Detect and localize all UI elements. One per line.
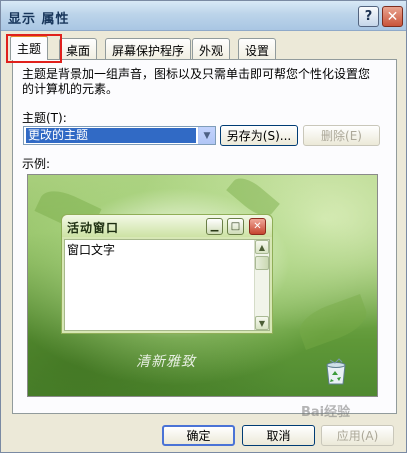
display-properties-dialog: 显示 属性 ? ✕ 主题 桌面 屏幕保护程序 外观 设置 主题是背景加一组声音，… [0, 0, 407, 453]
example-label: 示例: [22, 157, 51, 171]
save-as-button[interactable]: 另存为(S)... [220, 125, 298, 146]
theme-description: 主题是背景加一组声音，图标以及只需单击即可帮您个性化设置您的计算机的元素。 [22, 67, 371, 96]
scroll-down-icon: ▼ [255, 316, 269, 330]
scroll-up-icon: ▲ [255, 240, 269, 254]
preview-window-body: 窗口文字 ▲ ▼ [64, 239, 270, 331]
tab-desktop[interactable]: 桌面 [59, 38, 98, 59]
preview-window-text: 窗口文字 [67, 243, 116, 257]
wallpaper-watermark: 清新雅致 [136, 354, 196, 370]
window-title: 显示 属性 [8, 12, 70, 27]
tab-themes[interactable]: 主题 [10, 35, 49, 60]
recycle-bin-icon [326, 358, 346, 385]
preview-scrollbar: ▲ ▼ [254, 240, 269, 330]
tab-settings[interactable]: 设置 [238, 38, 277, 59]
maximize-icon: □ [227, 218, 244, 235]
preview-active-window: 活动窗口 ▁ □ ✕ 窗口文字 ▲ ▼ [61, 214, 273, 334]
minimize-icon: ▁ [206, 218, 223, 235]
apply-button[interactable]: 应用(A) [321, 425, 394, 446]
help-button[interactable]: ? [358, 6, 379, 27]
theme-dropdown[interactable]: 更改的主题 ▼ [23, 126, 216, 145]
tab-appearance[interactable]: 外观 [192, 38, 231, 59]
scroll-thumb [255, 256, 269, 270]
title-bar[interactable]: 显示 属性 ? ✕ [1, 1, 406, 31]
theme-selected-value: 更改的主题 [26, 128, 196, 143]
tab-screensaver[interactable]: 屏幕保护程序 [105, 38, 192, 59]
chevron-down-icon[interactable]: ▼ [198, 127, 215, 144]
leaf-decoration [294, 294, 372, 350]
cancel-button[interactable]: 取消 [242, 425, 315, 446]
theme-label: 主题(T): [22, 111, 67, 125]
close-icon: ✕ [249, 218, 266, 235]
delete-button[interactable]: 删除(E) [303, 125, 380, 146]
watermark-logo: Bai经验 [301, 405, 351, 420]
ok-button[interactable]: 确定 [162, 425, 235, 446]
preview-title-bar: 活动窗口 ▁ □ ✕ [62, 215, 272, 237]
preview-window-title: 活动窗口 [67, 221, 120, 235]
close-button[interactable]: ✕ [382, 6, 403, 27]
